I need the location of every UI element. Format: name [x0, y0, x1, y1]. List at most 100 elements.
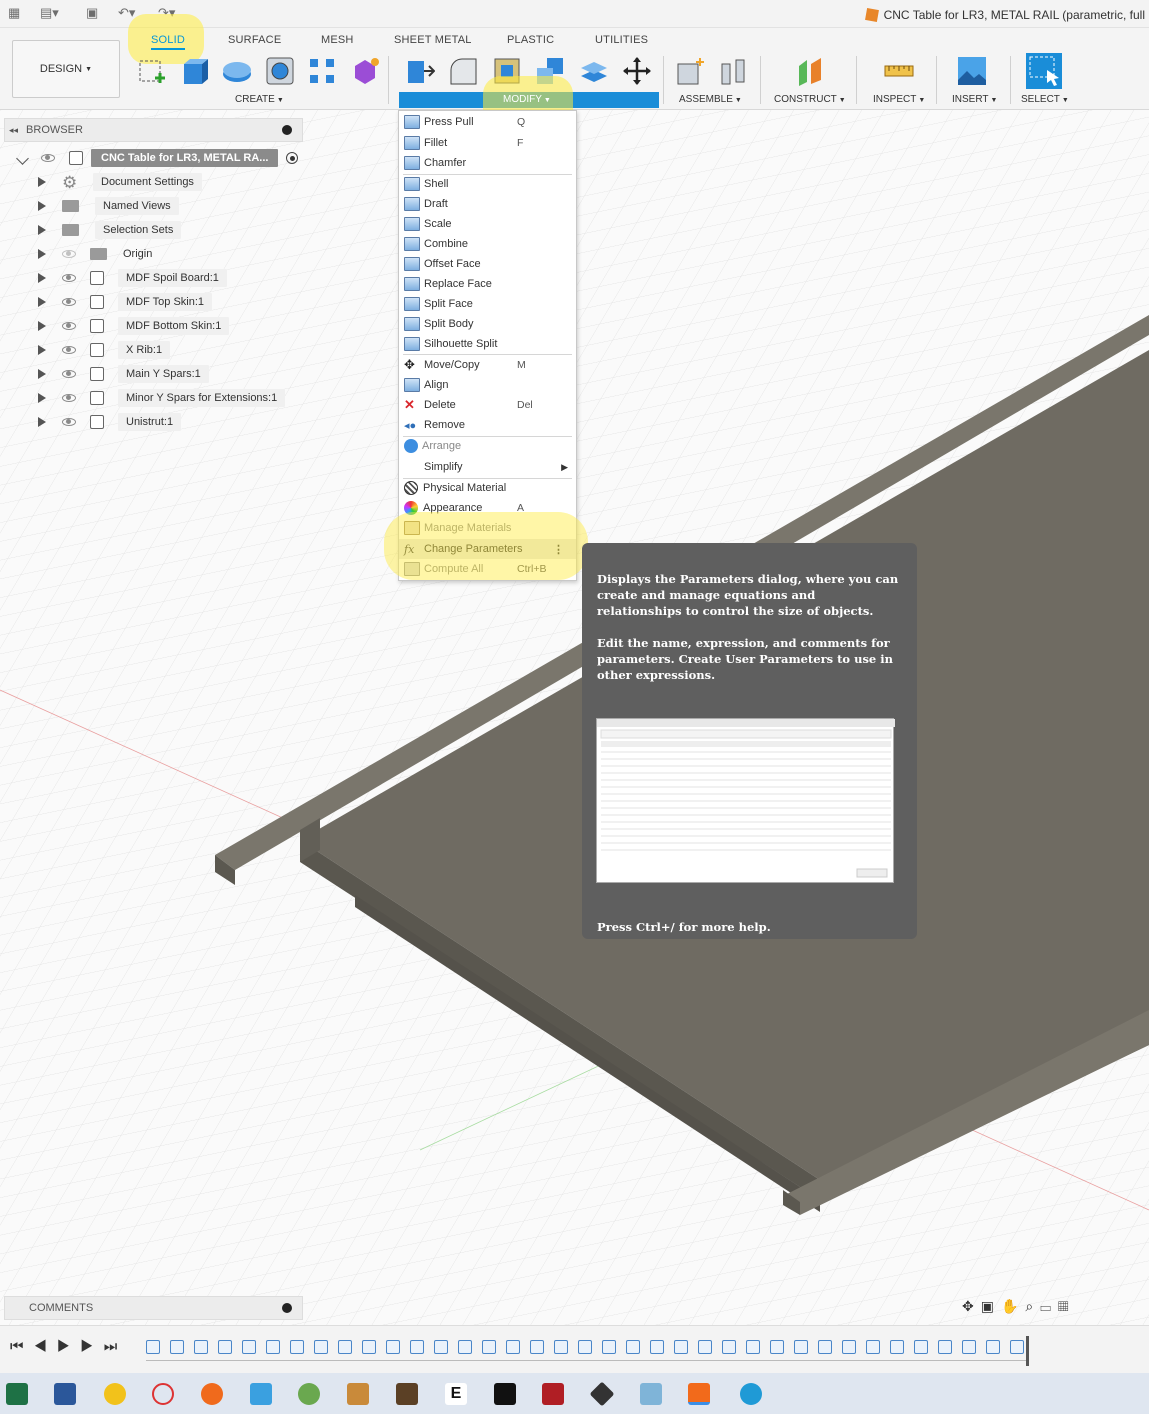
timeline-feature-icon[interactable] [506, 1340, 520, 1354]
fillet-icon[interactable] [448, 56, 478, 86]
step-back-icon[interactable]: ◀ [34, 1338, 57, 1355]
app-grid-icon[interactable]: ▦ [8, 5, 20, 21]
modify-group-label[interactable]: MODIFY ▼ [503, 94, 551, 105]
visibility-eye-icon[interactable] [62, 370, 76, 378]
expand-triangle-icon[interactable] [38, 345, 46, 355]
menu-item-shell[interactable]: Shell [399, 174, 576, 194]
fusion-360-icon[interactable] [688, 1383, 710, 1405]
press-pull-icon[interactable] [405, 56, 435, 86]
workspace-design-button[interactable]: DESIGN ▼ [12, 40, 120, 98]
timeline-feature-icon[interactable] [842, 1340, 856, 1354]
insert-group-label[interactable]: INSERT ▼ [952, 94, 997, 105]
measure-icon[interactable] [884, 56, 914, 86]
timeline-feature-icon[interactable] [434, 1340, 448, 1354]
tab-sheet-metal[interactable]: SHEET METAL [394, 34, 472, 46]
menu-item-align[interactable]: Align [399, 375, 576, 395]
timeline-feature-icon[interactable] [794, 1340, 808, 1354]
timeline-feature-icon[interactable] [746, 1340, 760, 1354]
split-body-icon[interactable] [579, 56, 609, 86]
timeline-feature-icon[interactable] [362, 1340, 376, 1354]
activate-radio-icon[interactable] [286, 152, 299, 164]
word-icon[interactable] [54, 1383, 76, 1405]
browser-root-node[interactable]: CNC Table for LR3, METAL RA... [16, 147, 299, 169]
collapse-left-icon[interactable]: ◂◂ [9, 125, 18, 136]
menu-item-fillet[interactable]: Fillet F [399, 133, 576, 153]
extrude-icon[interactable] [180, 56, 210, 86]
duck-app-icon[interactable] [104, 1383, 126, 1405]
timeline-feature-icon[interactable] [554, 1340, 568, 1354]
browser-node-unistrut[interactable]: Unistrut:1 [38, 411, 182, 433]
expand-triangle-icon[interactable] [38, 393, 46, 403]
grid-settings-icon[interactable]: ▦ [1058, 1298, 1076, 1314]
timeline-feature-icon[interactable] [1010, 1340, 1024, 1354]
navigation-toolbar[interactable]: ✥▣✋⌕▭▦ [962, 1298, 1076, 1315]
menu-item-offset-face[interactable]: Offset Face [399, 254, 576, 274]
tab-surface[interactable]: SURFACE [228, 34, 281, 46]
timeline-feature-icon[interactable] [722, 1340, 736, 1354]
orbit-icon[interactable]: ✥ [962, 1298, 981, 1314]
timeline-controls[interactable]: ⏮◀▶▶⏭ [10, 1338, 127, 1355]
expand-triangle-icon[interactable] [38, 417, 46, 427]
browser-node-named-views[interactable]: Named Views [38, 195, 179, 217]
timeline-feature-icon[interactable] [194, 1340, 208, 1354]
construct-group-label[interactable]: CONSTRUCT ▼ [774, 94, 846, 105]
timeline-feature-icon[interactable] [674, 1340, 688, 1354]
timeline-marker[interactable] [1026, 1336, 1029, 1366]
slicer-icon[interactable] [640, 1383, 662, 1405]
tab-utilities[interactable]: UTILITIES [595, 34, 648, 46]
visibility-eye-icon[interactable] [62, 346, 76, 354]
joint-icon[interactable] [718, 56, 748, 86]
menu-item-chamfer[interactable]: Chamfer [399, 153, 576, 173]
timeline-feature-icon[interactable] [530, 1340, 544, 1354]
timeline-feature-icon[interactable] [602, 1340, 616, 1354]
add-comment-icon[interactable] [282, 1303, 292, 1313]
expand-triangle-icon[interactable] [38, 273, 46, 283]
step-forward-icon[interactable]: ▶ [80, 1338, 103, 1355]
visibility-eye-icon[interactable] [62, 394, 76, 402]
select-group-label[interactable]: SELECT ▼ [1021, 94, 1069, 105]
timeline-feature-icon[interactable] [482, 1340, 496, 1354]
pan-icon[interactable]: ✋ [1001, 1298, 1025, 1314]
visibility-eye-icon[interactable] [62, 274, 76, 282]
go-to-start-icon[interactable]: ⏮ [10, 1338, 34, 1355]
minecraft-icon[interactable] [396, 1383, 418, 1405]
assemble-group-label[interactable]: ASSEMBLE ▼ [679, 94, 742, 105]
save-icon[interactable]: ▣ [86, 5, 98, 21]
timeline-feature-icon[interactable] [650, 1340, 664, 1354]
play-icon[interactable]: ▶ [57, 1338, 80, 1355]
file-menu-icon[interactable]: ▤▾ [40, 5, 59, 21]
menu-item-split-body[interactable]: Split Body [399, 314, 576, 334]
offset-plane-icon[interactable] [795, 56, 825, 86]
go-to-end-icon[interactable]: ⏭ [104, 1338, 128, 1355]
timeline-feature-icon[interactable] [626, 1340, 640, 1354]
timeline-feature-icon[interactable] [266, 1340, 280, 1354]
timeline-feature-icon[interactable] [146, 1340, 160, 1354]
menu-item-split-face[interactable]: Split Face [399, 294, 576, 314]
revolve-icon[interactable] [222, 56, 252, 86]
menu-item-replace-face[interactable]: Replace Face [399, 274, 576, 294]
insert-image-icon[interactable] [957, 56, 987, 86]
look-at-icon[interactable]: ▣ [981, 1298, 1001, 1314]
timeline-feature-icon[interactable] [338, 1340, 352, 1354]
inspect-group-label[interactable]: INSPECT ▼ [873, 94, 925, 105]
vpn-shield-icon[interactable] [250, 1383, 272, 1405]
menu-item-simplify[interactable]: Simplify ▶ [399, 457, 576, 477]
select-icon[interactable] [1025, 52, 1063, 90]
visibility-eye-icon[interactable] [62, 298, 76, 306]
terminal-icon[interactable] [494, 1383, 516, 1405]
visibility-eye-icon[interactable] [62, 418, 76, 426]
timeline-feature-icon[interactable] [986, 1340, 1000, 1354]
menu-item-remove[interactable]: ◂● Remove [399, 415, 576, 435]
edge-icon[interactable] [740, 1383, 762, 1405]
timeline-feature-icon[interactable] [962, 1340, 976, 1354]
expand-triangle-icon[interactable] [38, 177, 46, 187]
display-settings-icon[interactable]: ▭ [1040, 1298, 1058, 1314]
browser-node-document-settings[interactable]: ⚙ Document Settings [38, 171, 202, 193]
menu-item-combine[interactable]: Combine [399, 234, 576, 254]
timeline-feature-icon[interactable] [410, 1340, 424, 1354]
create-group-label[interactable]: CREATE ▼ [235, 94, 284, 105]
menu-item-draft[interactable]: Draft [399, 194, 576, 214]
expand-triangle-icon[interactable] [38, 201, 46, 211]
expand-triangle-icon[interactable] [38, 369, 46, 379]
timeline-feature-icon[interactable] [290, 1340, 304, 1354]
